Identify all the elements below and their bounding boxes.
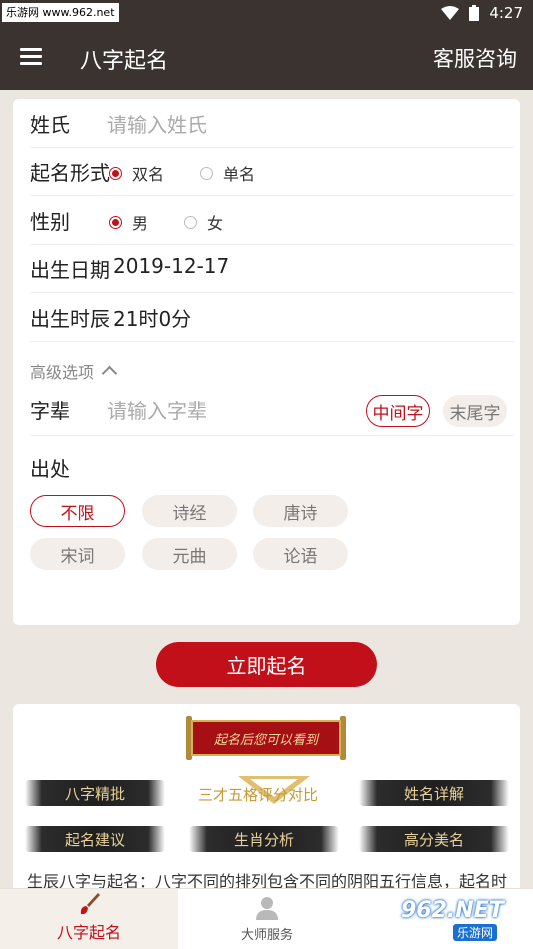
birth-date-label: 出生日期 xyxy=(30,258,110,282)
birth-date-value[interactable]: 2019-12-17 xyxy=(113,254,229,278)
generation-label: 字辈 xyxy=(30,399,70,423)
generation-input[interactable]: 请输入字辈 xyxy=(107,395,207,424)
feature-name-detail: 姓名详解 xyxy=(359,780,509,806)
source-option-unlimited[interactable]: 不限 xyxy=(30,495,125,527)
battery-icon xyxy=(469,5,480,21)
brush-icon xyxy=(80,893,100,915)
tab-bazi-naming[interactable]: 八字起名 xyxy=(0,889,178,949)
name-form-row: 起名形式 双名 单名 xyxy=(13,147,520,196)
surname-label: 姓氏 xyxy=(30,113,70,137)
feature-sancai: 三才五格评分对比 xyxy=(198,774,328,824)
app-bar: 八字起名 客服咨询 xyxy=(0,26,533,90)
source-option-lunyu[interactable]: 论语 xyxy=(253,538,348,570)
menu-button[interactable] xyxy=(20,48,42,66)
radio-male[interactable]: 男 xyxy=(109,210,148,234)
radio-double-name[interactable]: 双名 xyxy=(109,161,164,185)
position-end-button[interactable]: 末尾字 xyxy=(443,395,507,427)
chevron-up-icon xyxy=(101,365,118,382)
position-middle-button[interactable]: 中间字 xyxy=(366,395,430,427)
form-card: 姓氏 请输入姓氏 起名形式 双名 单名 性别 男 女 出生日期 2019-12-… xyxy=(13,99,520,625)
source-label: 出处 xyxy=(30,457,70,481)
scroll-banner: 起名后您可以看到 xyxy=(186,716,346,760)
radio-selected-icon xyxy=(109,215,122,229)
feature-zodiac: 生肖分析 xyxy=(189,826,339,852)
watermark-logo: 962.NET 乐游网 xyxy=(401,898,504,941)
source-option-shijing[interactable]: 诗经 xyxy=(142,495,237,527)
radio-single-name[interactable]: 单名 xyxy=(200,161,255,185)
generation-row: 字辈 请输入字辈 中间字 末尾字 xyxy=(13,387,520,436)
source-option-songci[interactable]: 宋词 xyxy=(30,538,125,570)
start-naming-button[interactable]: 立即起名 xyxy=(156,642,377,687)
customer-service-button[interactable]: 客服咨询 xyxy=(433,43,517,73)
status-bar: 乐游网 www.962.net 4:27 xyxy=(0,0,533,26)
wifi-icon xyxy=(441,6,460,20)
gender-label: 性别 xyxy=(30,210,70,234)
source-option-tangshi[interactable]: 唐诗 xyxy=(253,495,348,527)
radio-empty-icon xyxy=(200,166,214,180)
birth-time-label: 出生时辰 xyxy=(30,307,110,331)
surname-input[interactable]: 请输入姓氏 xyxy=(107,109,207,138)
name-form-label: 起名形式 xyxy=(30,161,110,185)
advanced-options-toggle[interactable]: 高级选项 xyxy=(30,359,118,383)
clock: 4:27 xyxy=(489,4,523,22)
surname-row: 姓氏 请输入姓氏 xyxy=(13,99,520,148)
page-title: 八字起名 xyxy=(80,49,169,74)
tab-master-service[interactable]: 大师服务 xyxy=(178,889,356,949)
radio-female[interactable]: 女 xyxy=(184,210,223,234)
gender-row: 性别 男 女 xyxy=(13,196,520,245)
menu-icon xyxy=(20,48,42,51)
radio-empty-icon xyxy=(184,215,198,229)
promo-panel: 起名后您可以看到 八字精批 三才五格评分对比 姓名详解 起名建议 生肖分析 高分… xyxy=(13,704,520,904)
feature-bazi: 八字精批 xyxy=(25,780,165,806)
watermark-label: 乐游网 www.962.net xyxy=(2,3,119,22)
person-icon xyxy=(256,897,278,920)
source-option-yuanqu[interactable]: 元曲 xyxy=(142,538,237,570)
birth-time-value[interactable]: 21时0分 xyxy=(113,303,191,332)
birth-date-row[interactable]: 出生日期 2019-12-17 xyxy=(13,244,520,293)
feature-suggestion: 起名建议 xyxy=(25,826,165,852)
feature-top-names: 高分美名 xyxy=(359,826,509,852)
radio-selected-icon xyxy=(109,166,122,180)
birth-time-row[interactable]: 出生时辰 21时0分 xyxy=(13,293,520,342)
